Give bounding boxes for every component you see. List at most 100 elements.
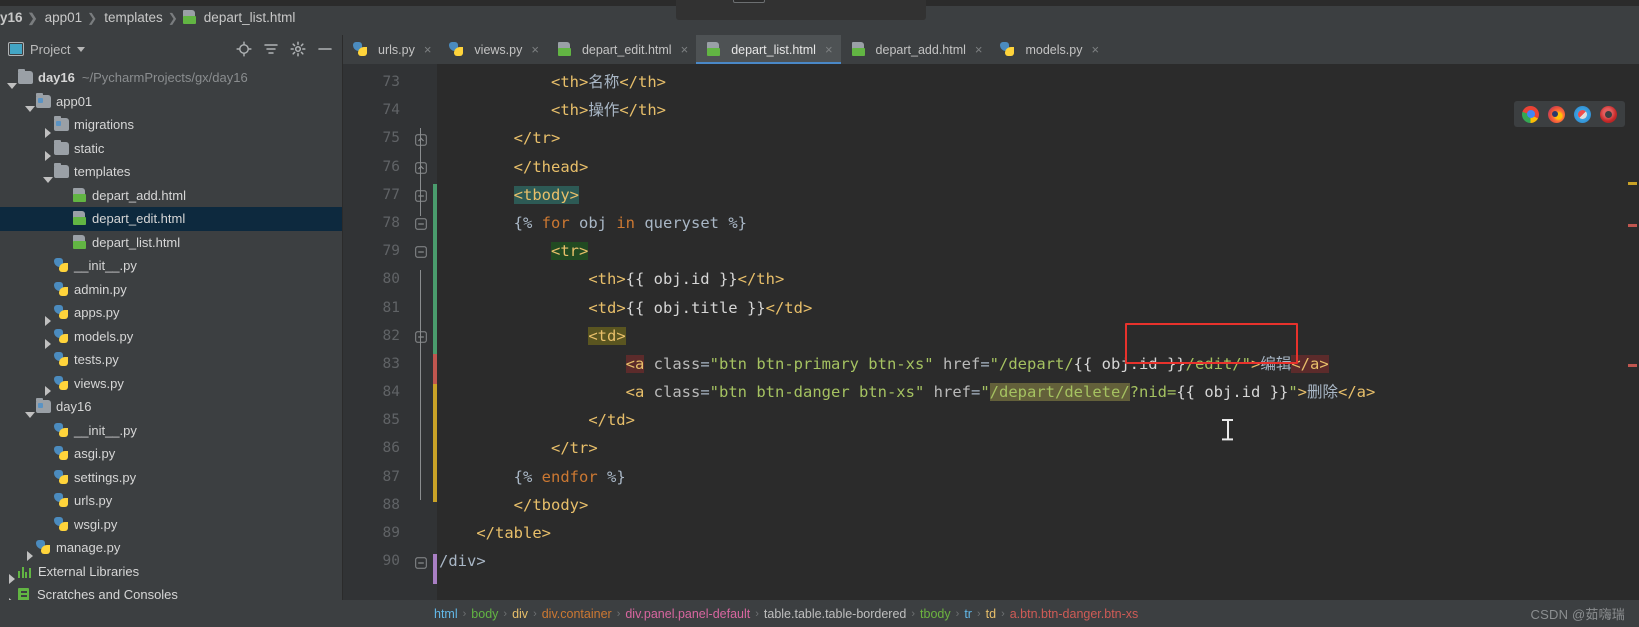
tree-node[interactable]: migrations	[0, 113, 342, 138]
code-line[interactable]: </table>	[437, 519, 1639, 547]
tree-node[interactable]: asgi.py	[0, 442, 342, 466]
fold-marker-expand[interactable]	[415, 217, 427, 235]
editor-tab-bar[interactable]: urls.py × views.py × depart_edit.html × depart…	[343, 35, 1639, 64]
code-line[interactable]: <th>名称</th>	[437, 68, 1639, 96]
fold-marker-expand[interactable]	[415, 189, 427, 207]
editor-tab[interactable]: urls.py ×	[343, 35, 439, 64]
code-line[interactable]: /div>	[437, 547, 1639, 575]
breadcrumb-item-app01[interactable]: app01 ❯	[42, 10, 102, 25]
code-line[interactable]: <tr>	[437, 237, 1639, 265]
element-path-item[interactable]: div.panel.panel-default	[620, 607, 755, 621]
settings-gear-icon[interactable]	[290, 41, 306, 57]
line-number: 82	[382, 327, 400, 344]
fold-marker-collapse[interactable]	[415, 161, 427, 179]
collapse-all-icon[interactable]	[263, 41, 279, 57]
locate-icon[interactable]	[236, 41, 252, 57]
code-line[interactable]: {% for obj in queryset %}	[437, 209, 1639, 237]
breadcrumb-item-project[interactable]: y16 ❯	[0, 10, 42, 25]
tree-node-path: ~/PycharmProjects/gx/day16	[81, 70, 248, 86]
hide-panel-icon[interactable]	[317, 41, 333, 57]
browser-launcher-bar[interactable]	[1514, 101, 1625, 127]
tree-node[interactable]: __init__.py	[0, 419, 342, 443]
editor-tab-label: depart_edit.html	[581, 42, 672, 57]
element-path-item[interactable]: tr	[959, 607, 977, 621]
code-line[interactable]: <a class="btn btn-danger btn-xs" href="/…	[437, 378, 1639, 406]
tree-node-label: templates	[74, 164, 131, 180]
tree-node[interactable]: tests.py	[0, 348, 342, 372]
tree-node[interactable]: manage.py	[0, 536, 342, 561]
tree-node[interactable]: depart_edit.html	[0, 207, 342, 231]
chrome-icon[interactable]	[1522, 105, 1539, 123]
fold-marker-expand[interactable]	[415, 245, 427, 263]
chevron-down-icon[interactable]	[77, 46, 86, 52]
tree-node[interactable]: app01	[0, 90, 342, 114]
tree-node[interactable]: depart_list.html	[0, 231, 342, 255]
tree-node[interactable]: Scratches and Consoles	[0, 583, 342, 600]
editor-tab[interactable]: depart_list.html ×	[696, 35, 841, 64]
breadcrumb-item-templates[interactable]: templates ❯	[101, 10, 182, 25]
code-folding-gutter[interactable]	[411, 64, 433, 600]
code-line[interactable]: <td>	[437, 322, 1639, 350]
tree-node-label: __init__.py	[74, 258, 137, 274]
code-editor-text[interactable]: <th>名称</th> <th>操作</th> </tr> </thead> <…	[437, 64, 1639, 600]
element-path-item[interactable]: table.table.table-bordered	[759, 607, 911, 621]
element-path-item[interactable]: body	[466, 607, 503, 621]
code-line[interactable]: </tr>	[437, 434, 1639, 462]
tree-node[interactable]: views.py	[0, 372, 342, 397]
close-icon[interactable]: ×	[531, 42, 539, 57]
ie-icon[interactable]	[1600, 105, 1617, 123]
element-path-item[interactable]: a.btn.btn-danger.btn-xs	[1005, 607, 1144, 621]
python-file-icon	[1000, 42, 1015, 57]
tree-node[interactable]: depart_add.html	[0, 184, 342, 208]
tree-node[interactable]: External Libraries	[0, 560, 342, 585]
code-line[interactable]: <th>操作</th>	[437, 96, 1639, 124]
editor-tab[interactable]: models.py ×	[990, 35, 1107, 64]
element-path-item[interactable]: html	[429, 607, 463, 621]
editor-tab-label: views.py	[474, 42, 523, 57]
fold-marker-expand[interactable]	[415, 330, 427, 348]
close-icon[interactable]: ×	[825, 42, 833, 57]
element-path-item[interactable]: td	[981, 607, 1001, 621]
element-path-item[interactable]: div	[507, 607, 533, 621]
project-file-tree[interactable]: day16 ~/PycharmProjects/gx/day16 app01 migr…	[0, 63, 342, 600]
editor-tab[interactable]: depart_add.html ×	[841, 35, 991, 64]
tree-node[interactable]: urls.py	[0, 489, 342, 513]
code-line[interactable]: </td>	[437, 406, 1639, 434]
close-icon[interactable]: ×	[1091, 42, 1099, 57]
fold-marker-expand[interactable]	[415, 556, 427, 574]
element-path-breadcrumb[interactable]: html › body › div › div.container › div.panel.pa…	[343, 607, 1143, 621]
code-line[interactable]: </tr>	[437, 124, 1639, 152]
breadcrumb-item-file[interactable]: depart_list.html	[182, 10, 299, 25]
chevron-right-icon: ❯	[27, 10, 38, 25]
tree-node-label: Scratches and Consoles	[37, 587, 178, 600]
tree-node[interactable]: templates	[0, 160, 342, 184]
code-line[interactable]: <a class="btn btn-primary btn-xs" href="…	[437, 350, 1639, 378]
close-icon[interactable]: ×	[424, 42, 432, 57]
tree-node[interactable]: day16	[0, 395, 342, 419]
editor-tab[interactable]: depart_edit.html ×	[547, 35, 696, 64]
code-line[interactable]: <td>{{ obj.title }}</td>	[437, 294, 1639, 322]
fold-marker-collapse[interactable]	[415, 133, 427, 151]
code-line[interactable]: </thead>	[437, 153, 1639, 181]
firefox-icon[interactable]	[1548, 105, 1565, 123]
safari-icon[interactable]	[1574, 105, 1591, 123]
code-line[interactable]: {% endfor %}	[437, 463, 1639, 491]
tree-node[interactable]: apps.py	[0, 301, 342, 326]
tree-node[interactable]: wsgi.py	[0, 513, 342, 537]
code-line[interactable]: <th>{{ obj.id }}</th>	[437, 265, 1639, 293]
element-path-item[interactable]: tbody	[915, 607, 956, 621]
editor-scrollbar[interactable]	[1626, 64, 1639, 600]
close-icon[interactable]: ×	[975, 42, 983, 57]
tree-node[interactable]: models.py	[0, 325, 342, 350]
tree-node[interactable]: settings.py	[0, 466, 342, 490]
editor-tab[interactable]: views.py ×	[439, 35, 547, 64]
tree-node[interactable]: static	[0, 137, 342, 162]
code-line[interactable]: <tbody>	[437, 181, 1639, 209]
element-path-item[interactable]: div.container	[537, 607, 617, 621]
html-file-icon	[706, 42, 721, 57]
tree-node[interactable]: admin.py	[0, 278, 342, 302]
code-line[interactable]: </tbody>	[437, 491, 1639, 519]
close-icon[interactable]: ×	[681, 42, 689, 57]
tree-node[interactable]: __init__.py	[0, 254, 342, 278]
tree-node[interactable]: day16 ~/PycharmProjects/gx/day16	[0, 66, 342, 90]
